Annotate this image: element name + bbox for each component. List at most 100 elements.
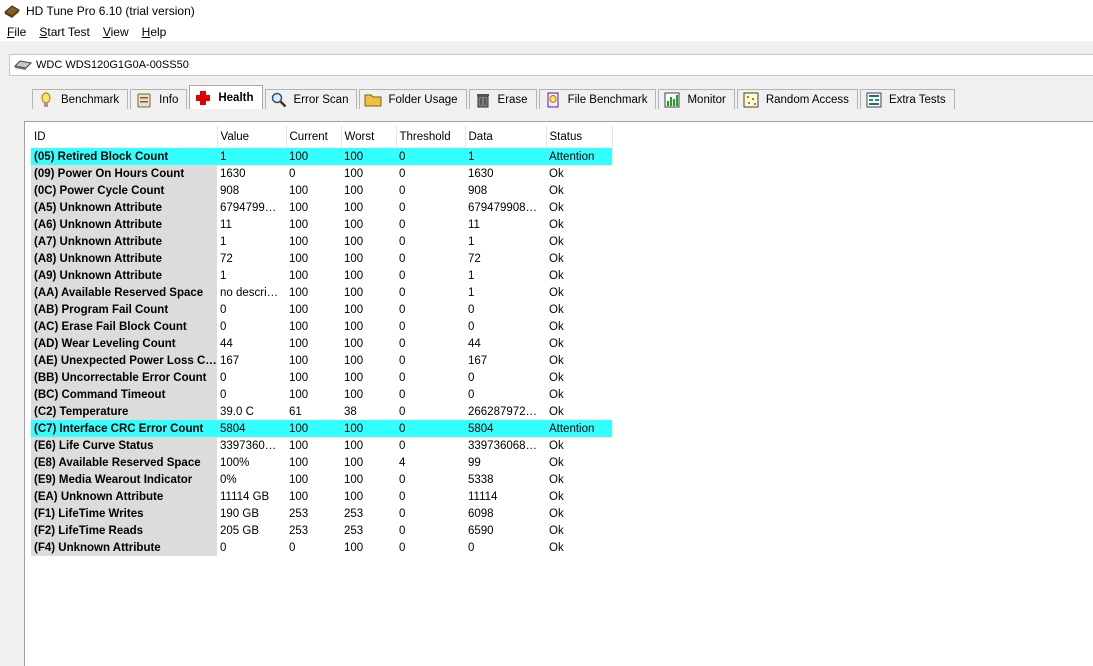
cell-data: 1 [468, 269, 475, 282]
tab-folder-usage[interactable]: Folder Usage [359, 89, 467, 109]
tab-error-scan[interactable]: Error Scan [264, 89, 358, 109]
table-row[interactable]: (A7) Unknown Attribute 1 100 100 0 1 Ok [31, 233, 612, 250]
benchmark-icon [37, 92, 55, 108]
table-row[interactable]: (AE) Unexpected Power Loss C… 167 100 100 0 1… [31, 352, 612, 369]
cell-id: (E8) Available Reserved Space [31, 454, 217, 471]
table-row[interactable]: (A8) Unknown Attribute 72 100 100 0 72 Ok [31, 250, 612, 267]
table-row[interactable]: (EA) Unknown Attribute 11114 GB 100 100 0 111… [31, 488, 612, 505]
cell-current: 100 [289, 473, 309, 486]
tab-file-benchmark[interactable]: File Benchmark [538, 89, 657, 109]
cell-worst: 253 [344, 524, 364, 537]
health-icon [194, 90, 212, 106]
cell-worst: 100 [344, 541, 364, 554]
tab-benchmark[interactable]: Benchmark [32, 89, 129, 109]
tab-monitor[interactable]: Monitor [658, 89, 735, 109]
cell-threshold: 0 [399, 320, 406, 333]
cell-threshold: 0 [399, 201, 406, 214]
cell-current: 100 [289, 388, 309, 401]
table-row[interactable]: (A9) Unknown Attribute 1 100 100 0 1 Ok [31, 267, 612, 284]
cell-threshold: 0 [396, 420, 465, 437]
drive-selector[interactable]: WDC WDS120G1G0A-00SS50 [9, 54, 1093, 76]
menu-item-start-test[interactable]: Start Test [32, 25, 95, 39]
cell-status: Ok [549, 303, 564, 316]
table-row[interactable]: (E8) Available Reserved Space 100% 100 100 4… [31, 454, 612, 471]
tab-label: Error Scan [293, 93, 349, 106]
table-row[interactable]: (E9) Media Wearout Indicator 0% 100 100 0 533… [31, 471, 612, 488]
table-row[interactable]: (F4) Unknown Attribute 0 0 100 0 0 Ok [31, 539, 612, 556]
cell-threshold: 0 [399, 303, 406, 316]
table-row[interactable]: (0C) Power Cycle Count 908 100 100 0 908 Ok [31, 182, 612, 199]
cell-current: 253 [289, 524, 309, 537]
column-header-threshold[interactable]: Threshold [396, 126, 466, 148]
cell-status: Ok [549, 201, 564, 214]
table-row[interactable]: (09) Power On Hours Count 1630 0 100 0 1630 Ok [31, 165, 612, 182]
table-row[interactable]: (AD) Wear Leveling Count 44 100 100 0 44 Ok [31, 335, 612, 352]
menu-item-file[interactable]: File [0, 25, 32, 39]
table-row[interactable]: (A6) Unknown Attribute 11 100 100 0 11 Ok [31, 216, 612, 233]
cell-current: 100 [289, 490, 309, 503]
cell-threshold: 0 [399, 439, 406, 452]
table-body: (05) Retired Block Count 1 100 100 0 1 Attenti… [31, 148, 612, 556]
cell-data: 72 [468, 252, 481, 265]
tab-health[interactable]: Health [189, 85, 263, 109]
smart-attributes-table: ID Value Current Worst Threshold Data Status (… [31, 126, 613, 556]
cell-status: Ok [549, 456, 564, 469]
cell-id: (AD) Wear Leveling Count [31, 335, 217, 352]
cell-id: (F1) LifeTime Writes [31, 505, 217, 522]
cell-status: Ok [549, 269, 564, 282]
cell-worst: 253 [344, 507, 364, 520]
cell-current: 100 [289, 303, 309, 316]
table-row[interactable]: (AA) Available Reserved Space no descri… 1… [31, 284, 612, 301]
tab-random-access[interactable]: Random Access [736, 89, 858, 109]
cell-value: 190 GB [220, 507, 259, 520]
cell-worst: 100 [344, 201, 364, 214]
tab-erase[interactable]: Erase [468, 89, 537, 109]
cell-status: Ok [549, 388, 564, 401]
cell-status: Ok [549, 354, 564, 367]
table-row[interactable]: (BB) Uncorrectable Error Count 0 100 100 0 0 O… [31, 369, 612, 386]
column-header-current[interactable]: Current [286, 126, 342, 148]
cell-data: 6590 [468, 524, 494, 537]
table-row[interactable]: (05) Retired Block Count 1 100 100 0 1 Attenti… [31, 148, 612, 165]
table-row[interactable]: (AB) Program Fail Count 0 100 100 0 0 Ok [31, 301, 612, 318]
cell-status: Ok [549, 252, 564, 265]
menu-item-view[interactable]: View [96, 25, 135, 39]
menu-bar: File Start Test View Help [0, 22, 1093, 41]
column-header-status[interactable]: Status [546, 126, 613, 148]
table-row[interactable]: (AC) Erase Fail Block Count 0 100 100 0 0 Ok [31, 318, 612, 335]
table-row[interactable]: (C7) Interface CRC Error Count 5804 100 100… [31, 420, 612, 437]
table-row[interactable]: (F2) LifeTime Reads 205 GB 253 253 0 6590 Ok [31, 522, 612, 539]
health-panel: ID Value Current Worst Threshold Data Status (… [24, 121, 1093, 666]
file-benchmark-icon [544, 92, 562, 108]
table-row[interactable]: (BC) Command Timeout 0 100 100 0 0 Ok [31, 386, 612, 403]
table-row[interactable]: (C2) Temperature 39.0 C 61 38 0 266287972… Ok [31, 403, 612, 420]
cell-id: (AB) Program Fail Count [31, 301, 217, 318]
column-header-value[interactable]: Value [217, 126, 287, 148]
table-row[interactable]: (A5) Unknown Attribute 6794799… 100 100 0 679… [31, 199, 612, 216]
column-header-worst[interactable]: Worst [341, 126, 397, 148]
cell-data: 11 [468, 218, 480, 231]
column-header-id[interactable]: ID [31, 126, 218, 148]
tab-extra-tests[interactable]: Extra Tests [859, 89, 955, 109]
cell-threshold: 0 [399, 235, 406, 248]
tab-label: Folder Usage [388, 93, 458, 106]
cell-status: Ok [549, 524, 564, 537]
cell-worst: 100 [344, 167, 364, 180]
cell-value: 72 [220, 252, 233, 265]
cell-worst: 38 [344, 405, 357, 418]
cell-data: 0 [468, 388, 475, 401]
cell-value: 908 [220, 184, 240, 197]
column-header-data[interactable]: Data [465, 126, 547, 148]
tab-info[interactable]: Info [130, 89, 188, 109]
tab-strip: Benchmark Info Health Error Scan Folder Usag… [10, 85, 957, 109]
table-row[interactable]: (E6) Life Curve Status 3397360… 100 100 0 339… [31, 437, 612, 454]
cell-data: 1 [468, 235, 475, 248]
cell-status: Ok [549, 320, 564, 333]
table-row[interactable]: (F1) LifeTime Writes 190 GB 253 253 0 6098 Ok [31, 505, 612, 522]
tab-label: Monitor [687, 93, 726, 106]
cell-worst: 100 [344, 473, 364, 486]
cell-threshold: 0 [399, 388, 406, 401]
cell-worst: 100 [344, 388, 364, 401]
cell-threshold: 0 [399, 218, 406, 231]
menu-item-help[interactable]: Help [135, 25, 173, 39]
